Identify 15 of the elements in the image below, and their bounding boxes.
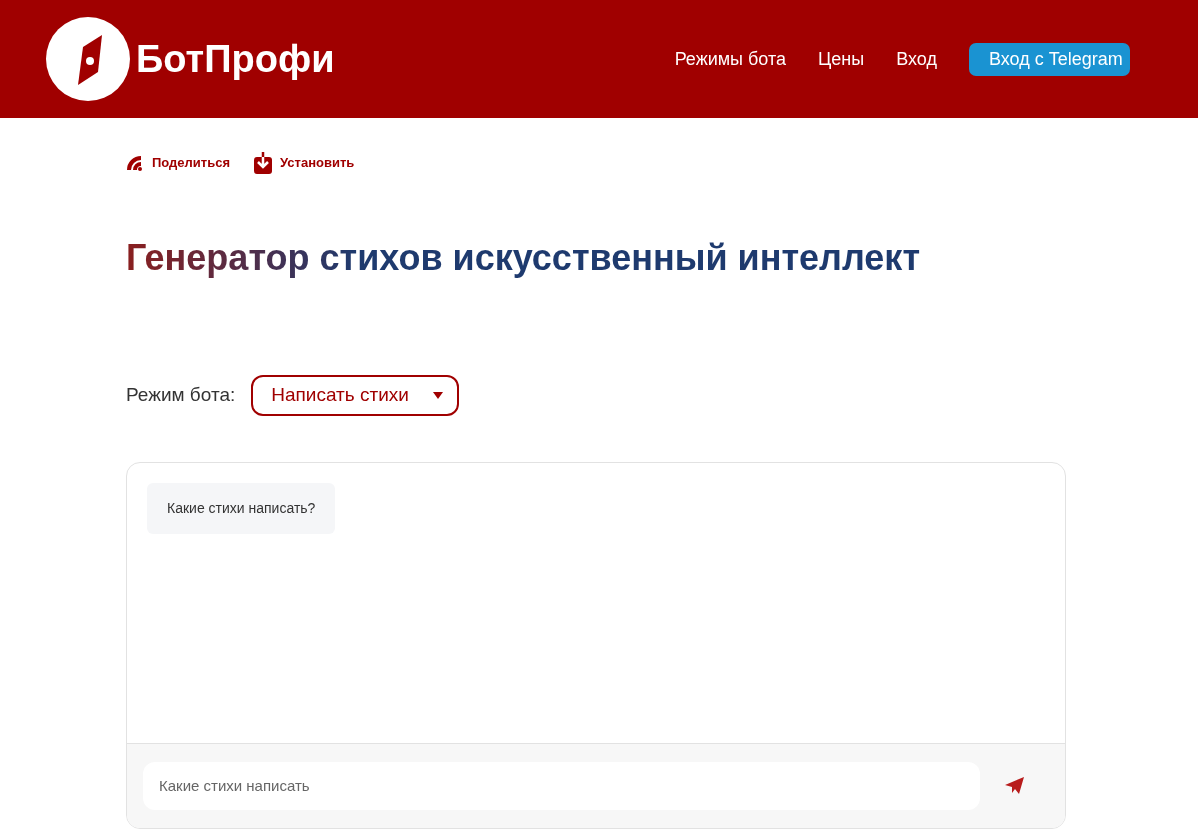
nav-link[interactable]: Режимы бота [674,45,787,73]
download-icon [254,152,273,174]
send-icon [1005,777,1025,796]
logo-icon [46,17,130,101]
caret-icon [432,391,443,399]
mode-dropdown[interactable]: Написать стихи [251,375,459,416]
install-link[interactable]: Установить [280,153,355,173]
share-link[interactable]: Поделиться [152,153,231,173]
mode-label: Режим бота: [126,383,236,408]
signal-icon [126,155,144,171]
brand-name: БотПрофи [136,36,335,82]
nav-link[interactable]: Вход [896,45,937,73]
chat-message: Какие стихи написать? [147,482,336,534]
message-input[interactable]: Какие стихи написать [143,761,980,810]
nav-link[interactable]: Цены [818,45,865,73]
